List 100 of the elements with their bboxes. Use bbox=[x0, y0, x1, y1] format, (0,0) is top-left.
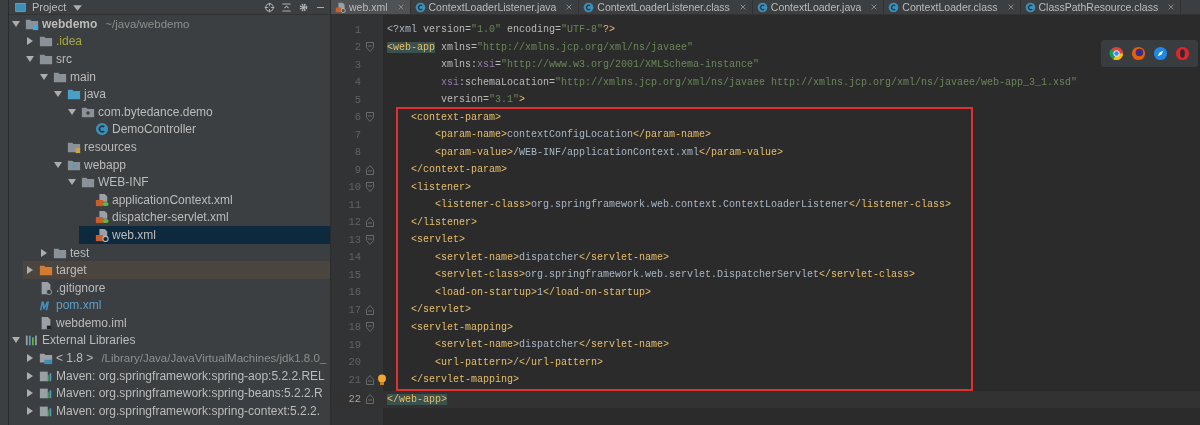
code-line: <servlet-mapping> bbox=[410, 321, 514, 333]
tree-item-label: .gitignore bbox=[56, 280, 106, 295]
tree-item[interactable]: java bbox=[51, 85, 330, 103]
tree-item[interactable]: External Libraries bbox=[9, 331, 330, 350]
editor-tab[interactable]: ContextLoaderListener.java bbox=[410, 0, 580, 14]
project-icon bbox=[15, 1, 26, 13]
class-icon bbox=[95, 122, 109, 137]
fold-marker-icon[interactable] bbox=[366, 164, 374, 175]
tree-item[interactable]: test bbox=[37, 243, 330, 262]
tree-item[interactable]: Maven: org.springframework:spring-context:5.2.2. bbox=[23, 402, 330, 420]
tree-item-label: applicationContext.xml bbox=[112, 192, 233, 207]
xml-file-leaf-icon bbox=[95, 192, 109, 207]
tree-item[interactable]: .gitignore bbox=[23, 278, 330, 297]
tree-item-label: Maven: org.springframework:spring-context:5.2.2. bbox=[56, 403, 321, 418]
code-line: <param-value>/WEB-INF/applicationContext.xml</param-value> bbox=[434, 146, 784, 158]
line-number: 22 bbox=[347, 393, 361, 406]
tree-item-label: webdemo bbox=[42, 16, 98, 31]
tree-item[interactable]: dispatcher-servlet.xml bbox=[79, 208, 330, 227]
folder-icon bbox=[81, 175, 95, 190]
code-line: <listener-class>org.springframework.web.context.ContextLoaderListener</listener-class> bbox=[434, 199, 952, 211]
fold-marker-icon[interactable] bbox=[366, 42, 374, 53]
close-icon[interactable] bbox=[1167, 3, 1176, 11]
tree-item[interactable]: Maven: org.springframework:spring-beans:5.2.2.R bbox=[23, 384, 330, 403]
tree-item-label: WEB-INF bbox=[98, 175, 149, 190]
editor-tab[interactable]: ClassPathResource.class bbox=[1020, 0, 1182, 14]
close-icon[interactable] bbox=[738, 3, 747, 11]
tree-item[interactable]: pom.xml bbox=[23, 296, 330, 315]
tree-item[interactable]: webapp bbox=[51, 155, 330, 174]
fold-marker-icon[interactable] bbox=[366, 234, 374, 245]
tree-item-label: dispatcher-servlet.xml bbox=[112, 210, 229, 225]
tree-item-label: pom.xml bbox=[56, 298, 102, 313]
code-line: <servlet-class>org.springframework.web.servlet.DispatcherServlet</servlet-class> bbox=[434, 269, 916, 281]
tree-item[interactable]: target bbox=[23, 261, 330, 279]
tree-item[interactable]: main bbox=[37, 67, 330, 86]
editor-tab[interactable]: web.xml bbox=[331, 0, 411, 14]
class-icon bbox=[888, 1, 900, 13]
tree-item-label: src bbox=[56, 52, 72, 66]
class-icon bbox=[1024, 1, 1036, 13]
tree-item-label: Maven: org.springframework:spring-aop:5.2.2.REL bbox=[56, 368, 325, 383]
editor-tab[interactable]: ContextLoader.class bbox=[884, 0, 1021, 14]
fold-marker-icon[interactable] bbox=[366, 182, 374, 193]
panel-title[interactable]: Project bbox=[32, 1, 67, 13]
path-hint: ~/java/webdemo bbox=[105, 17, 190, 30]
fold-marker-icon[interactable] bbox=[366, 304, 374, 315]
tree-item-label: .idea bbox=[56, 34, 83, 49]
jdk-folder-icon bbox=[39, 351, 53, 366]
crosshair-icon[interactable] bbox=[264, 1, 275, 13]
browser-icon[interactable] bbox=[1109, 46, 1124, 61]
fold-marker-icon[interactable] bbox=[366, 374, 374, 385]
folder-icon bbox=[39, 34, 53, 49]
tree-item[interactable]: Maven: org.springframework:spring-aop:5.2.2.REL bbox=[23, 366, 330, 385]
xml-file-globe-icon bbox=[335, 1, 346, 13]
tree-item-label: resources bbox=[84, 139, 137, 154]
code-line: <web-app xmlns="http://xmlns.jcp.org/xml/ns/javaee" bbox=[387, 41, 694, 53]
settings-icon[interactable] bbox=[298, 1, 309, 13]
tree-item[interactable]: com.bytedance.demo bbox=[65, 102, 330, 121]
tree-item[interactable]: src bbox=[23, 50, 330, 68]
code-line: <param-name>contextConfigLocation</param-name> bbox=[434, 129, 712, 141]
class-icon bbox=[583, 1, 595, 13]
tree-item[interactable]: DemoController bbox=[79, 120, 330, 139]
fold-marker-icon[interactable] bbox=[366, 112, 374, 123]
close-icon[interactable] bbox=[1006, 3, 1015, 11]
tree-item[interactable]: < 1.8 > /Library/Java/JavaVirtualMachines/jdk1.8.0_ bbox=[23, 349, 330, 367]
lightbulb-icon[interactable] bbox=[377, 373, 387, 386]
code-line: version="3.1"> bbox=[440, 94, 526, 106]
tree-item[interactable]: .idea bbox=[23, 32, 330, 51]
code-line: xsi:schemaLocation="http://xmlns.jcp.org/xml/ns/javaee http://xmlns.jcp.org/xml/ns/javaee/web-app_3_1.xsd" bbox=[440, 76, 1078, 88]
tree-item[interactable]: WEB-INF bbox=[65, 173, 330, 191]
code-line: <servlet> bbox=[410, 234, 465, 246]
close-icon[interactable] bbox=[870, 3, 879, 11]
tree-item[interactable]: applicationContext.xml bbox=[79, 190, 330, 209]
fold-marker-icon[interactable] bbox=[366, 394, 374, 405]
folder-icon bbox=[67, 87, 81, 102]
tree-item-label: Maven: org.springframework:spring-beans:5.2.2.R bbox=[56, 386, 323, 401]
tree-item-label: main bbox=[70, 69, 96, 84]
code-line: <?xml version="1.0" encoding="UTF-8"?> bbox=[387, 24, 616, 36]
fold-marker-icon[interactable] bbox=[366, 217, 374, 228]
compass-icon[interactable] bbox=[1153, 46, 1168, 61]
code-line: </servlet-mapping> bbox=[410, 374, 520, 386]
tree-item[interactable]: resources bbox=[51, 138, 330, 156]
code-line: <load-on-startup>1</load-on-startup> bbox=[434, 286, 652, 298]
path-hint: /Library/Java/JavaVirtualMachines/jdk1.8.0_ bbox=[101, 352, 327, 365]
tree-item[interactable]: webdemo ~/java/webdemo bbox=[9, 15, 330, 33]
tree-item[interactable]: web.xml bbox=[79, 226, 330, 244]
code-line: xmlns:xsi="http://www.w3.org/2001/XMLSchema-instance" bbox=[440, 59, 760, 71]
folder-icon bbox=[39, 263, 53, 278]
tree-item-label: java bbox=[84, 87, 106, 102]
close-icon[interactable] bbox=[565, 3, 574, 11]
folder-icon bbox=[39, 52, 53, 66]
code-line: <listener> bbox=[410, 181, 471, 193]
tree-item-label: External Libraries bbox=[42, 333, 136, 348]
tree-item-label: < 1.8 > bbox=[56, 351, 94, 366]
editor-tab[interactable]: ContextLoader.java bbox=[752, 0, 885, 14]
tree-item[interactable]: webdemo.iml bbox=[23, 314, 330, 332]
browser-icon[interactable] bbox=[1131, 46, 1146, 61]
tree-item-label: target bbox=[56, 263, 87, 278]
fold-marker-icon[interactable] bbox=[366, 322, 374, 333]
collapse-all-icon[interactable] bbox=[281, 1, 292, 13]
editor-tab[interactable]: ContextLoaderListener.class bbox=[579, 0, 753, 14]
tree-item-label: web.xml bbox=[112, 227, 156, 242]
